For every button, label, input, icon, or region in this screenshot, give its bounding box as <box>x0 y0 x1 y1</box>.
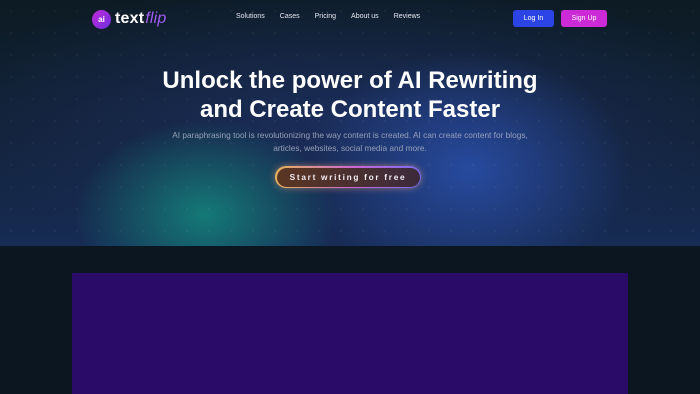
top-navigation: ai textflip Solutions Cases Pricing Abou… <box>0 0 700 38</box>
logo-wordmark-accent: flip <box>145 10 167 27</box>
nav-links: Solutions Cases Pricing About us Reviews <box>236 13 420 20</box>
hero-headline-line2: and Create Content Faster <box>199 96 501 123</box>
nav-link-pricing[interactable]: Pricing <box>315 13 336 20</box>
logo-ai-icon: ai <box>92 9 111 29</box>
start-writing-button[interactable]: Start writing for free <box>275 166 421 188</box>
nav-link-cases[interactable]: Cases <box>280 13 300 20</box>
hero-subtitle: AI paraphrasing tool is revolutionizing … <box>170 129 530 155</box>
logo-wordmark-main: text <box>115 10 145 27</box>
login-button[interactable]: Log In <box>513 10 554 27</box>
hero-subtitle-line2: articles, websites, social media and mor… <box>273 143 427 153</box>
nav-link-solutions[interactable]: Solutions <box>236 13 265 20</box>
hero-headline: Unlock the power of AI Rewriting and Cre… <box>0 66 700 124</box>
signup-button[interactable]: Sign Up <box>561 10 607 27</box>
nav-link-reviews[interactable]: Reviews <box>394 13 420 20</box>
hero-headline-line1: Unlock the power of AI Rewriting <box>162 67 538 94</box>
nav-link-about-us[interactable]: About us <box>351 13 379 20</box>
product-preview-panel <box>72 273 628 394</box>
start-writing-label: Start writing for free <box>276 167 420 187</box>
hero-subtitle-line1: AI paraphrasing tool is revolutionizing … <box>172 130 528 140</box>
logo-wordmark: textflip <box>115 10 167 28</box>
brand-logo[interactable]: ai textflip <box>92 9 167 29</box>
